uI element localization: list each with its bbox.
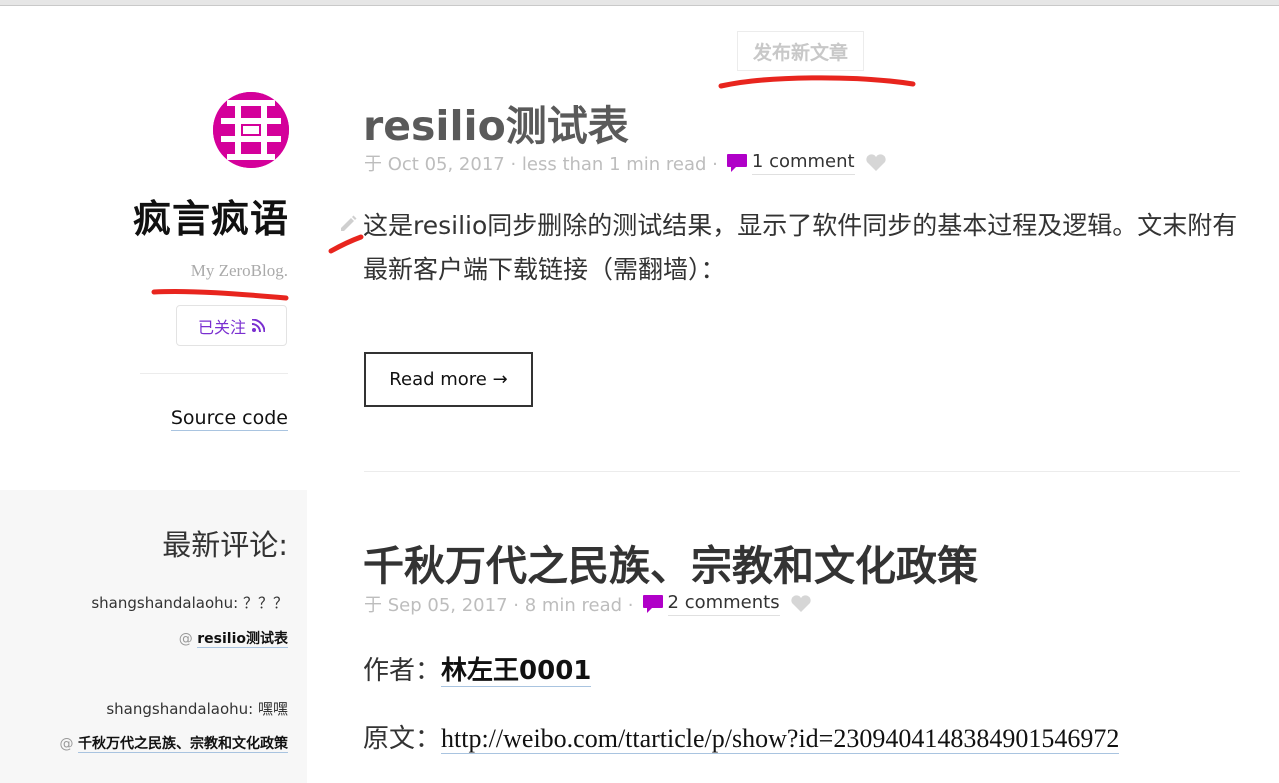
source-url-link[interactable]: http://weibo.com/ttarticle/p/show?id=230… xyxy=(441,724,1120,754)
post-title[interactable]: resilio测试表 xyxy=(363,92,629,152)
heart-icon[interactable] xyxy=(790,594,812,614)
comment-target-link[interactable]: resilio测试表 xyxy=(197,631,288,648)
comment-at-symbol: @ xyxy=(178,631,193,647)
annotation-underline-mark xyxy=(718,75,916,89)
heart-icon[interactable] xyxy=(865,153,887,173)
rss-icon xyxy=(252,319,265,332)
avatar-identicon-icon xyxy=(213,92,289,168)
post-date: 于 Sep 05, 2017 · 8 min read · xyxy=(364,595,634,616)
post-meta: 于 Sep 05, 2017 · 8 min read · 2 comments xyxy=(364,591,812,617)
post-comments-link[interactable]: 1 comment xyxy=(751,151,855,175)
avatar[interactable] xyxy=(213,92,289,168)
comment-icon xyxy=(726,154,747,172)
sidebar-divider xyxy=(140,373,288,374)
post-title[interactable]: 千秋万代之民族、宗教和文化政策 xyxy=(363,532,978,592)
comment-target: @ resilio测试表 xyxy=(179,628,288,648)
post-comments-link[interactable]: 2 comments xyxy=(667,592,780,616)
annotation-underline-mark xyxy=(328,234,364,254)
comment-author: shangshandalaohu: ？？？ xyxy=(91,594,288,612)
source-code-link[interactable]: Source code xyxy=(170,407,288,431)
comment-author: shangshandalaohu: 嘿嘿 xyxy=(106,700,288,718)
post-divider xyxy=(364,471,1240,472)
comment-target: @ 千秋万代之民族、宗教和文化政策 xyxy=(60,733,288,753)
comment-at-symbol: @ xyxy=(59,736,74,752)
comment-icon xyxy=(642,595,663,613)
post-excerpt: 这是resilio同步删除的测试结果，显示了软件同步的基本过程及逻辑。文末附有最… xyxy=(363,211,1238,284)
new-post-button[interactable]: 发布新文章 xyxy=(737,31,864,71)
post-meta: 于 Oct 05, 2017 · less than 1 min read · … xyxy=(364,150,887,176)
post-date: 于 Oct 05, 2017 · less than 1 min read · xyxy=(364,154,718,175)
follow-label: 已关注 xyxy=(197,317,246,337)
comments-heading: 最新评论: xyxy=(162,528,288,562)
blog-subtitle: My ZeroBlog. xyxy=(190,261,288,280)
edit-pencil-icon[interactable] xyxy=(338,214,358,234)
comment-target-link[interactable]: 千秋万代之民族、宗教和文化政策 xyxy=(78,736,288,753)
source-label: 原文： xyxy=(363,724,442,754)
author-link[interactable]: 林左王0001 xyxy=(441,656,592,687)
author-label: 作者： xyxy=(363,656,442,686)
read-more-button[interactable]: Read more → xyxy=(364,352,533,407)
post-source-line: 原文：http://weibo.com/ttarticle/p/show?id=… xyxy=(363,718,1120,755)
post-author-line: 作者：林左王0001 xyxy=(363,650,592,687)
page: 疯言疯语 My ZeroBlog. 已关注 Source code 最新评论: … xyxy=(0,0,1279,783)
blog-title[interactable]: 疯言疯语 xyxy=(133,188,289,243)
follow-button[interactable]: 已关注 xyxy=(176,305,287,346)
